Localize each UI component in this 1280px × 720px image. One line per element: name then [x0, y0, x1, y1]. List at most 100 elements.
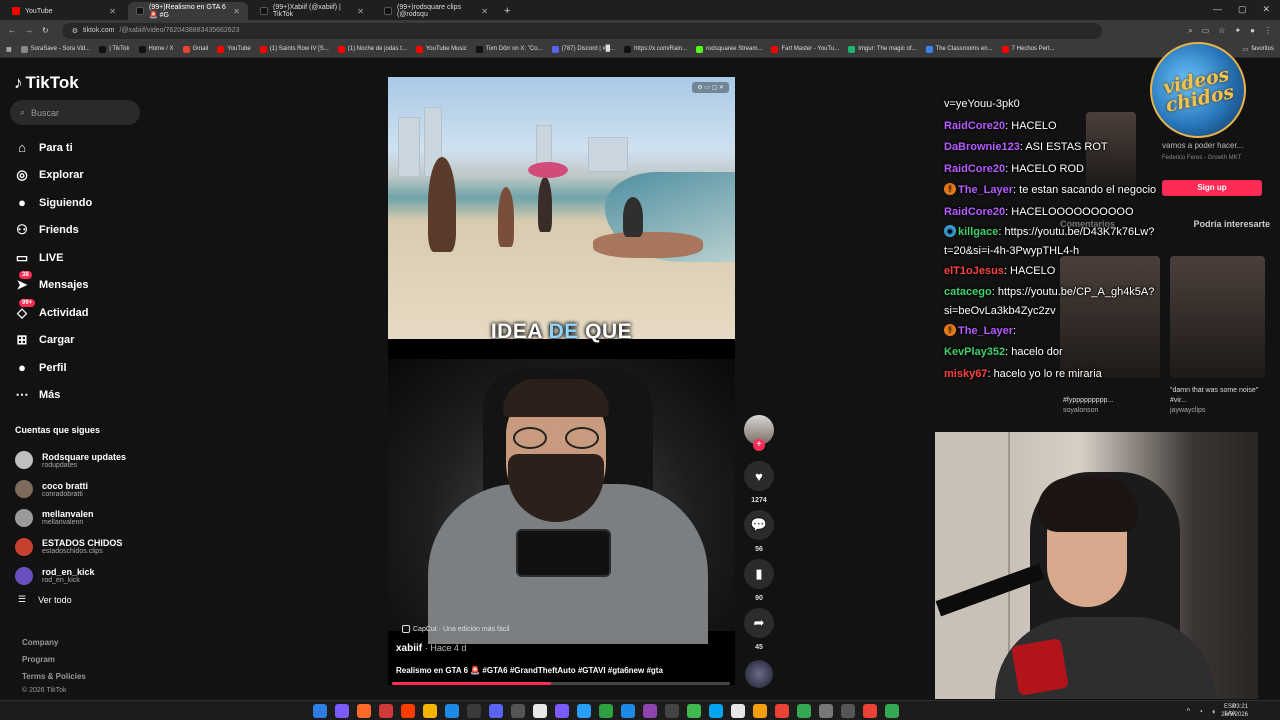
following-account[interactable]: mellanvalen mellanvalenn — [15, 504, 126, 533]
taskbar-app-icon[interactable] — [863, 704, 877, 718]
video-player[interactable]: ⚙ ▭ ▢ ✕ IDEA DE QUE CapCut · Una edición… — [388, 77, 735, 685]
author-name[interactable]: xabiif — [396, 643, 422, 654]
browser-tab-tiktok-video[interactable]: (99+)Realismo en GTA 6 🚨 #G ✕ — [128, 2, 248, 20]
creator-avatar[interactable]: + — [744, 415, 774, 451]
back-icon[interactable]: ← — [8, 26, 16, 35]
following-account[interactable]: ESTADOS CHIDOS estadoschidos.clips — [15, 532, 126, 561]
save-button[interactable]: ▮ — [744, 559, 774, 589]
bookmark-item[interactable]: rodsquaree Stream... — [696, 45, 762, 53]
bookmark-item[interactable]: Gmail — [182, 45, 208, 53]
taskbar-app-icon[interactable] — [841, 704, 855, 718]
browser-tab-rodsquare[interactable]: (99+)rodsquare clips (@rodsqu ✕ — [376, 2, 496, 20]
tab-suggested[interactable]: Podría interesarte — [1193, 219, 1270, 229]
url-field[interactable]: ⚙ tiktok.com /@xabiif/video/7620438883435… — [61, 22, 1102, 39]
bookmark-item[interactable]: (787) Discord | #█... — [551, 45, 615, 53]
nav-item-friends[interactable]: ⚇ Friends — [14, 217, 92, 245]
taskbar-app-icon[interactable] — [819, 704, 833, 718]
nav-item-actividad[interactable]: ◇ 99+ Actividad — [14, 298, 92, 327]
bookmark-item[interactable]: Fart Master - YouTu... — [771, 45, 839, 53]
profile-icon[interactable]: ● — [1250, 26, 1255, 36]
video-progress-bar[interactable] — [392, 682, 730, 685]
taskbar-app-icon[interactable] — [775, 704, 789, 718]
taskbar-app-icon[interactable] — [621, 704, 635, 718]
nav-item-perfil[interactable]: ● Perfil — [14, 354, 92, 382]
taskbar-app-icon[interactable] — [467, 704, 481, 718]
nav-item-explorar[interactable]: ◎ Explorar — [14, 162, 92, 190]
volume-icon[interactable]: ◖ — [1211, 707, 1216, 716]
bookmark-item[interactable]: Home / X — [138, 45, 174, 53]
bookmark-item[interactable]: 7 Hechos Pert... — [1001, 45, 1055, 53]
site-info-icon[interactable]: ⚙ — [72, 27, 78, 35]
apps-grid-icon[interactable]: ▦ — [6, 46, 12, 53]
following-account[interactable]: coco bratti conradobratti — [15, 475, 126, 504]
bookmark-item[interactable]: (1) Noche de jodas t... — [337, 45, 407, 53]
taskbar-app-icon[interactable] — [313, 704, 327, 718]
zoom-icon[interactable]: ⌕ — [1188, 26, 1192, 36]
close-tab-icon[interactable]: ✕ — [481, 7, 488, 16]
taskbar-app-icon[interactable] — [445, 704, 459, 718]
taskbar-app-icon[interactable] — [599, 704, 613, 718]
bookmark-item[interactable]: (1) Saints Row IV [S... — [259, 45, 329, 53]
taskbar-app-icon[interactable] — [577, 704, 591, 718]
cast-icon[interactable]: ▭ — [1202, 26, 1210, 36]
taskbar-app-icon[interactable] — [665, 704, 679, 718]
bookmark-star-icon[interactable]: ☆ — [1218, 26, 1225, 36]
bookmark-item[interactable]: The Classrooms en... — [925, 45, 993, 53]
taskbar-app-icon[interactable] — [511, 704, 525, 718]
following-account[interactable]: Rodsquare updates rodupdates — [15, 446, 126, 475]
maximize-icon[interactable]: ▢ — [1238, 4, 1247, 15]
forward-icon[interactable]: → — [25, 26, 33, 35]
close-tab-icon[interactable]: ✕ — [357, 7, 364, 16]
nav-item-m-s[interactable]: ⋯ Más — [14, 382, 92, 410]
taskbar-app-icon[interactable] — [533, 704, 547, 718]
menu-icon[interactable]: ⋮ — [1264, 26, 1272, 36]
comment-button[interactable]: 💬 — [744, 510, 774, 540]
nav-item-para-ti[interactable]: ⌂ Para ti — [14, 134, 92, 162]
close-window-icon[interactable]: ✕ — [1262, 4, 1270, 15]
following-account[interactable]: rod_en_kick rod_en_kick — [15, 561, 126, 590]
bookmark-item[interactable]: | TikTok — [99, 45, 130, 53]
minimize-icon[interactable]: — — [1213, 4, 1222, 15]
bookmark-item[interactable]: YouTube — [217, 45, 251, 53]
close-tab-icon[interactable]: ✕ — [233, 7, 240, 16]
bookmark-item[interactable]: https://x.com/Rain... — [624, 45, 687, 53]
tray-chevron-icon[interactable]: ^ — [1187, 707, 1191, 716]
bookmark-item[interactable]: YouTube Music — [415, 45, 467, 53]
wifi-icon[interactable]: ◔ — [1198, 707, 1203, 716]
taskbar-app-icon[interactable] — [379, 704, 393, 718]
taskbar-app-icon[interactable] — [643, 704, 657, 718]
browser-tab-xabiif[interactable]: (99+)Xabiif (@xabiif) | TikTok ✕ — [252, 2, 372, 20]
extensions-icon[interactable]: ✦ — [1234, 26, 1241, 36]
browser-tab-youtube[interactable]: YouTube ✕ — [4, 2, 124, 20]
music-disc-icon[interactable] — [745, 660, 773, 688]
nav-item-live[interactable]: ▭ LIVE — [14, 244, 92, 272]
bookmark-item[interactable]: SoraSave - Sora Vid... — [20, 45, 90, 53]
taskbar-app-icon[interactable] — [423, 704, 437, 718]
taskbar-app-icon[interactable] — [753, 704, 767, 718]
bookmark-item[interactable]: Tom Dörr on X: "Co... — [475, 45, 543, 53]
like-button[interactable]: ♥ — [744, 461, 774, 491]
reload-icon[interactable]: ↻ — [42, 26, 49, 35]
nav-item-cargar[interactable]: ⊞ Cargar — [14, 327, 92, 355]
bookmark-item[interactable]: Imgur: The magic of... — [848, 45, 917, 53]
taskbar-app-icon[interactable] — [335, 704, 349, 718]
nav-item-mensajes[interactable]: ➤ 38 Mensajes — [14, 271, 92, 300]
close-tab-icon[interactable]: ✕ — [109, 7, 116, 16]
share-button[interactable]: ➦ — [744, 608, 774, 638]
see-all-button[interactable]: ☰ Ver todo — [18, 594, 72, 605]
taskbar-app-icon[interactable] — [709, 704, 723, 718]
video-author[interactable]: xabiif · Hace 4 d — [396, 643, 466, 654]
taskbar-app-icon[interactable] — [797, 704, 811, 718]
taskbar-app-icon[interactable] — [687, 704, 701, 718]
taskbar-clock[interactable]: 03:21 28/3/2026 — [1221, 703, 1248, 719]
taskbar-app-icon[interactable] — [489, 704, 503, 718]
taskbar-app-icon[interactable] — [401, 704, 415, 718]
all-bookmarks-folder[interactable]: ▭ favoritos — [1243, 46, 1274, 53]
nav-item-siguiendo[interactable]: ● Siguiendo — [14, 189, 92, 217]
new-tab-button[interactable]: + — [504, 5, 510, 17]
taskbar-app-icon[interactable] — [555, 704, 569, 718]
taskbar-app-icon[interactable] — [731, 704, 745, 718]
search-input[interactable]: ⌕ Buscar — [10, 100, 140, 125]
footer-program[interactable]: Program — [22, 651, 86, 668]
follow-plus-icon[interactable]: + — [753, 439, 765, 451]
